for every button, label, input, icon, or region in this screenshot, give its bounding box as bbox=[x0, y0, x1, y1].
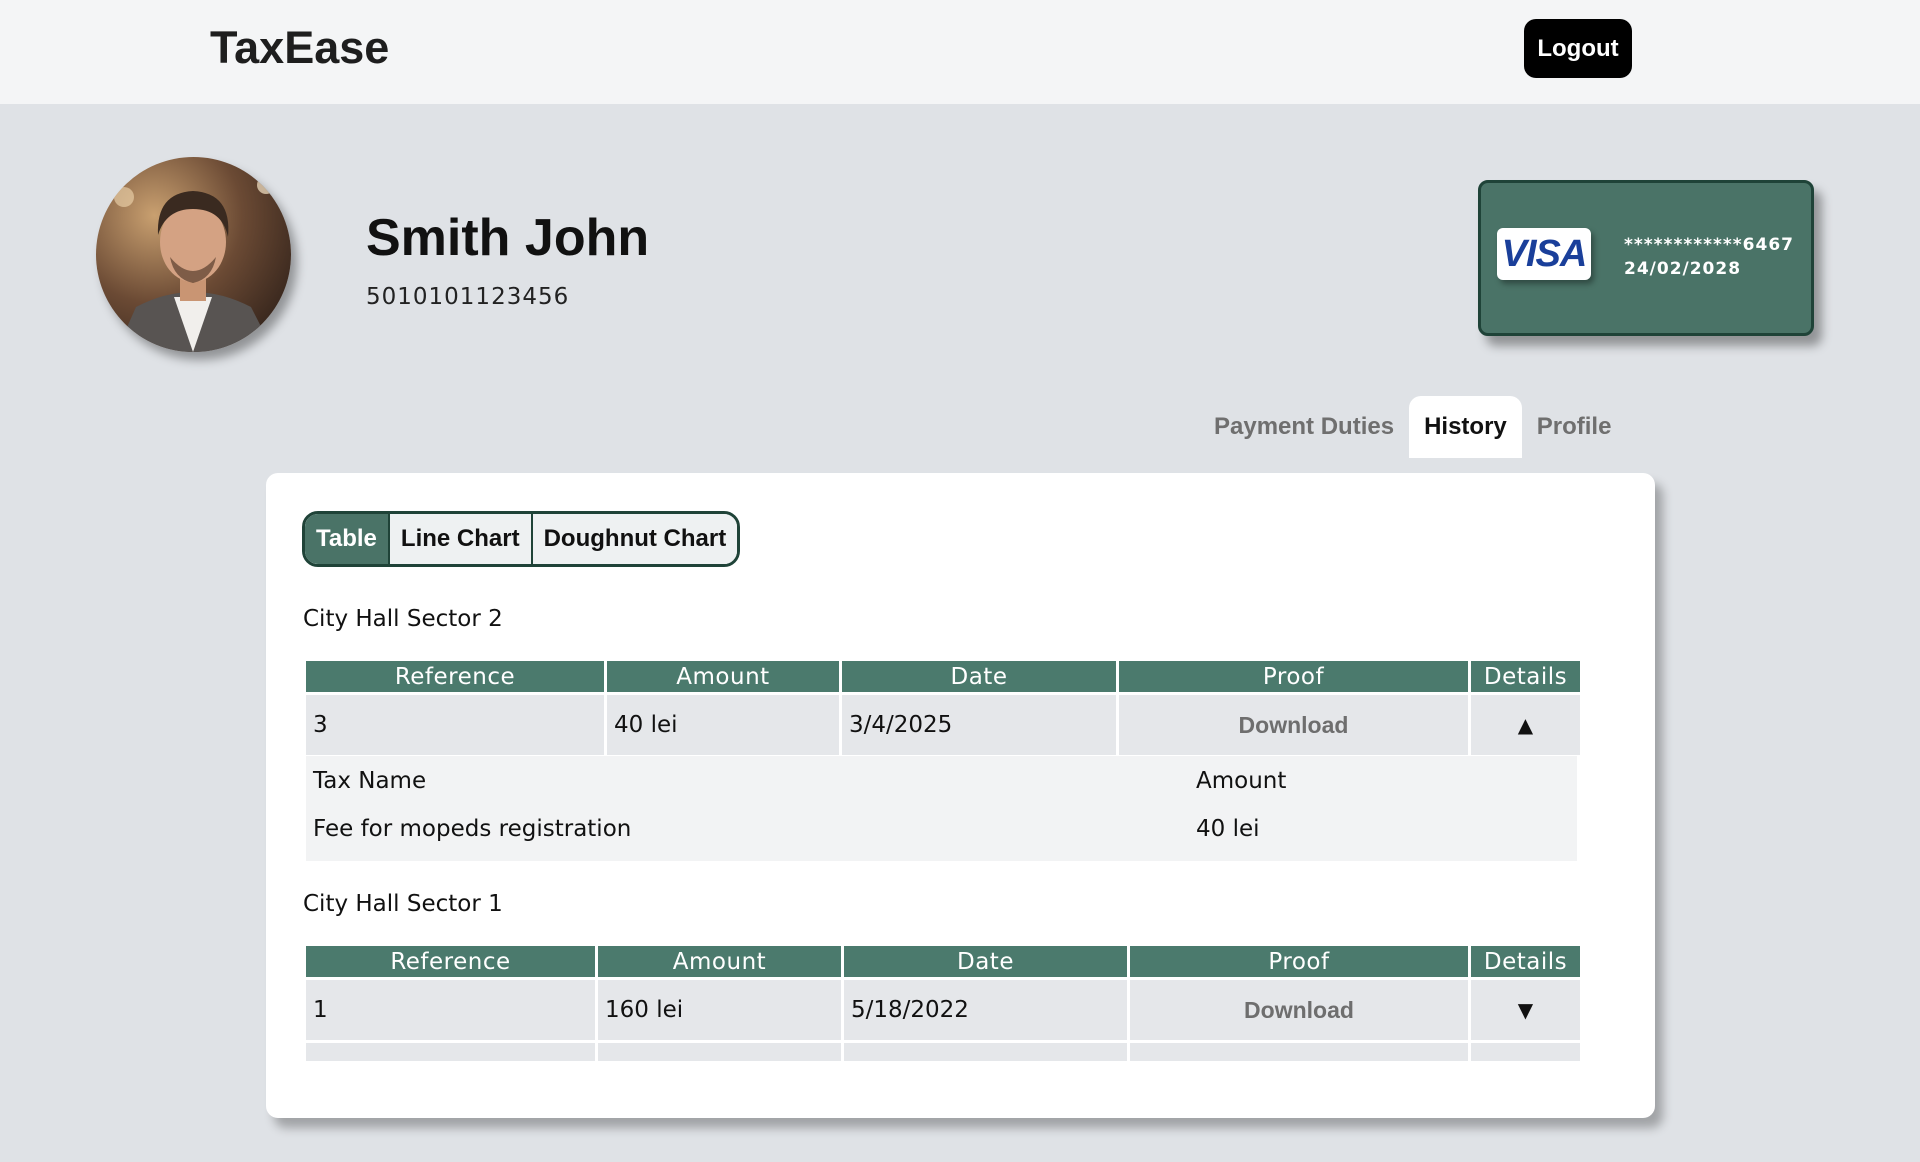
cell-reference: 3 bbox=[306, 695, 604, 755]
history-table: Reference Amount Date Proof Details 1 16… bbox=[303, 943, 1583, 1064]
cell-amount: 40 lei bbox=[607, 695, 839, 755]
cell-empty bbox=[1471, 1043, 1580, 1061]
logout-button[interactable]: Logout bbox=[1524, 19, 1632, 78]
download-proof-button[interactable]: Download bbox=[1130, 980, 1468, 1040]
details-header-tax-name: Tax Name bbox=[313, 768, 427, 794]
cell-amount: 160 lei bbox=[598, 980, 841, 1040]
column-header-amount: Amount bbox=[598, 946, 841, 977]
tab-payment-duties[interactable]: Payment Duties bbox=[1199, 396, 1409, 458]
download-proof-button[interactable]: Download bbox=[1119, 695, 1468, 755]
view-doughnut-chart-button[interactable]: Doughnut Chart bbox=[530, 514, 738, 564]
collapse-details-icon[interactable]: ▲ bbox=[1471, 695, 1580, 755]
column-header-date: Date bbox=[842, 661, 1116, 692]
card-expiry: 24/02/2028 bbox=[1624, 259, 1742, 279]
cell-date: 3/4/2025 bbox=[842, 695, 1116, 755]
avatar bbox=[96, 157, 291, 352]
table-row: 3 40 lei 3/4/2025 Download ▲ bbox=[306, 695, 1580, 755]
main-tabs: Payment Duties History Profile bbox=[1199, 396, 1626, 458]
table-header-row: Reference Amount Date Proof Details bbox=[306, 946, 1580, 977]
cell-reference: 1 bbox=[306, 980, 595, 1040]
column-header-date: Date bbox=[844, 946, 1127, 977]
cell-date: 5/18/2022 bbox=[844, 980, 1127, 1040]
expand-details-icon[interactable]: ▼ bbox=[1471, 980, 1580, 1040]
cell-empty bbox=[1130, 1043, 1468, 1061]
column-header-reference: Reference bbox=[306, 946, 595, 977]
column-header-reference: Reference bbox=[306, 661, 604, 692]
column-header-proof: Proof bbox=[1130, 946, 1468, 977]
cell-empty bbox=[844, 1043, 1127, 1061]
view-table-button[interactable]: Table bbox=[305, 514, 388, 564]
app-logo[interactable]: TaxEase bbox=[210, 22, 389, 74]
column-header-proof: Proof bbox=[1119, 661, 1468, 692]
details-amount: 40 lei bbox=[1196, 816, 1260, 842]
user-name: Smith John bbox=[366, 209, 650, 267]
tab-history[interactable]: History bbox=[1409, 396, 1522, 458]
details-tax-name: Fee for mopeds registration bbox=[313, 816, 632, 842]
table-row bbox=[306, 1043, 1580, 1061]
card-number: ************6467 bbox=[1624, 235, 1794, 255]
column-header-details: Details bbox=[1471, 661, 1580, 692]
payment-card[interactable]: VISA ************6467 24/02/2028 bbox=[1478, 180, 1814, 336]
cell-empty bbox=[306, 1043, 595, 1061]
top-bar: TaxEase Logout bbox=[0, 0, 1920, 104]
table-header-row: Reference Amount Date Proof Details bbox=[306, 661, 1580, 692]
visa-logo-icon: VISA bbox=[1497, 228, 1591, 280]
table-row: 1 160 lei 5/18/2022 Download ▼ bbox=[306, 980, 1580, 1040]
column-header-details: Details bbox=[1471, 946, 1580, 977]
cell-empty bbox=[598, 1043, 841, 1061]
history-panel: Table Line Chart Doughnut Chart City Hal… bbox=[266, 473, 1655, 1118]
view-toggle: Table Line Chart Doughnut Chart bbox=[302, 511, 741, 567]
view-line-chart-button[interactable]: Line Chart bbox=[387, 514, 531, 564]
row-details: Tax Name Amount Fee for mopeds registrat… bbox=[306, 756, 1577, 861]
column-header-amount: Amount bbox=[607, 661, 839, 692]
group-title: City Hall Sector 1 bbox=[303, 891, 503, 917]
group-title: City Hall Sector 2 bbox=[303, 606, 503, 632]
history-table: Reference Amount Date Proof Details 3 40… bbox=[303, 658, 1583, 758]
details-header-amount: Amount bbox=[1196, 768, 1287, 794]
tab-profile[interactable]: Profile bbox=[1522, 396, 1627, 458]
user-id: 5010101123456 bbox=[366, 284, 570, 310]
